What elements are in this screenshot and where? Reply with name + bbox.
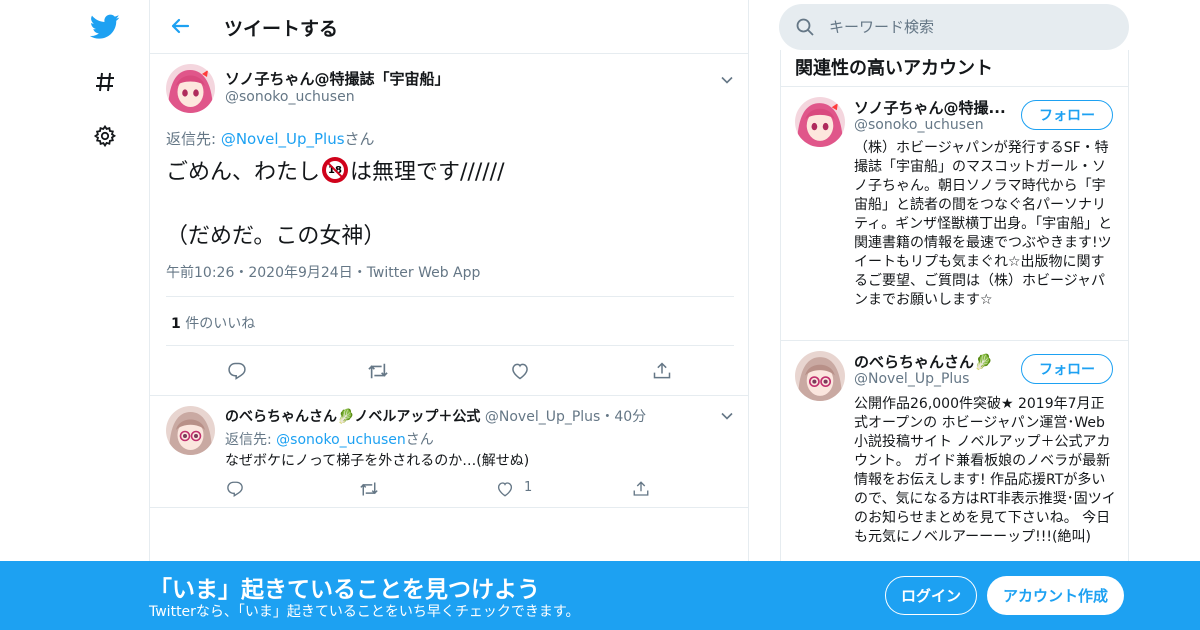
- reply-to-line: 返信先: @sonoko_uchusenさん: [225, 429, 434, 449]
- account-bio: （株）ホビージャパンが発行するSF・特撮誌「宇宙船」のマスコットガール・ソノ子ち…: [854, 140, 1113, 308]
- tweet-text-after: は無理です//////: [350, 160, 505, 185]
- twitter-logo-icon[interactable]: [90, 12, 120, 42]
- tweet-text-line2: （だめだ。この女神）: [166, 224, 386, 249]
- account-name[interactable]: ソノ子ちゃん@特撮...: [854, 97, 1006, 118]
- main-tweet: ソノ子ちゃん@特撮誌「宇宙船」 @sonoko_uchusen 返信先: @No…: [150, 54, 748, 396]
- search-input[interactable]: [829, 16, 1109, 38]
- follow-button[interactable]: フォロー: [1021, 354, 1113, 384]
- reply-tweet[interactable]: のべらちゃんさん🥬ノベルアップ＋公式 @Novel_Up_Plus・40分 返信…: [150, 396, 748, 508]
- reply-to-prefix: 返信先:: [225, 432, 277, 448]
- signup-button[interactable]: アカウント作成: [987, 576, 1124, 615]
- tweet-text-before: ごめん、わたし: [166, 160, 321, 185]
- reply-text: なぜボケにノって梯子を外されるのか…(解せぬ): [225, 453, 530, 469]
- reply-to-user-link[interactable]: @sonoko_uchusen: [276, 432, 406, 448]
- reply-to-user-link[interactable]: @Novel_Up_Plus: [221, 130, 345, 148]
- login-button[interactable]: ログイン: [885, 576, 977, 615]
- gear-icon[interactable]: [90, 121, 120, 151]
- retweet-icon[interactable]: [367, 360, 389, 382]
- reply-to-prefix: 返信先:: [166, 130, 221, 148]
- account-handle[interactable]: @Novel_Up_Plus: [854, 371, 969, 387]
- reply-author-handle[interactable]: @Novel_Up_Plus: [485, 409, 600, 425]
- reply-header: のべらちゃんさん🥬ノベルアップ＋公式 @Novel_Up_Plus・40分: [225, 406, 646, 426]
- back-arrow-icon[interactable]: [168, 14, 192, 38]
- reply-icon[interactable]: [224, 478, 246, 500]
- share-icon[interactable]: [630, 478, 652, 500]
- signup-banner: 「いま」起きていることを見つけよう Twitterなら、「いま」起きていることを…: [0, 561, 1200, 630]
- reply-to-line: 返信先: @Novel_Up_Plusさん: [166, 128, 375, 149]
- reply-to-suffix: さん: [344, 130, 375, 148]
- account-bio: 公開作品26,000件突破★ 2019年7月正式オープンの ホビージャパン運営･…: [854, 396, 1116, 545]
- main-column: ツイートする ソノ子ちゃん@特撮誌「宇宙船」 @sonoko_uchusen 返…: [149, 0, 749, 630]
- reply-author-name[interactable]: のべらちゃんさん🥬ノベルアップ＋公式: [225, 409, 480, 425]
- account-card[interactable]: ソノ子ちゃん@特撮... @sonoko_uchusen フォロー （株）ホビー…: [781, 87, 1128, 341]
- search-box: [779, 4, 1129, 50]
- avatar[interactable]: [795, 351, 845, 401]
- no-under-18-icon: 18: [322, 157, 349, 183]
- tweet-text-line1: ごめん、わたし 18 は無理です//////: [166, 154, 505, 186]
- reply-time[interactable]: ・40分: [600, 409, 646, 425]
- avatar[interactable]: [166, 64, 215, 113]
- reply-icon[interactable]: [226, 360, 248, 382]
- avatar[interactable]: [795, 97, 845, 147]
- banner-title: 「いま」起きていることを見つけよう: [149, 577, 540, 603]
- heart-icon[interactable]: [494, 478, 516, 500]
- page-title: ツイートする: [224, 18, 339, 40]
- likes-count: 1: [171, 316, 181, 332]
- account-handle[interactable]: @sonoko_uchusen: [854, 117, 984, 133]
- likes-row[interactable]: 1 件のいいね: [166, 296, 734, 346]
- related-accounts-title: 関連性の高いアカウント: [781, 50, 1128, 87]
- likes-label: 件のいいね: [180, 316, 256, 332]
- search-icon: [795, 17, 815, 37]
- page-root: ツイートする ソノ子ちゃん@特撮誌「宇宙船」 @sonoko_uchusen 返…: [0, 0, 1200, 630]
- heart-icon[interactable]: [509, 360, 531, 382]
- account-name[interactable]: のべらちゃんさん🥬: [854, 351, 993, 372]
- like-count: 1: [524, 480, 533, 495]
- banner-subtitle: Twitterなら、「いま」起きていることをいち早くチェックできます。: [149, 604, 580, 620]
- chevron-down-icon[interactable]: [720, 408, 734, 422]
- main-header: ツイートする: [150, 0, 748, 54]
- retweet-icon[interactable]: [358, 478, 380, 500]
- author-handle[interactable]: @sonoko_uchusen: [225, 89, 355, 105]
- hashtag-icon[interactable]: [90, 67, 120, 97]
- related-accounts-panel: 関連性の高いアカウント ソノ子ちゃん@特撮... @sonoko_uchusen…: [780, 50, 1129, 630]
- follow-button[interactable]: フォロー: [1021, 100, 1113, 130]
- author-name[interactable]: ソノ子ちゃん@特撮誌「宇宙船」: [225, 68, 450, 89]
- share-icon[interactable]: [651, 360, 673, 382]
- reply-to-suffix: さん: [405, 432, 434, 448]
- chevron-down-icon[interactable]: [720, 72, 734, 86]
- avatar[interactable]: [166, 406, 215, 455]
- tweet-timestamp[interactable]: 午前10:26・2020年9月24日・Twitter Web App: [166, 262, 480, 282]
